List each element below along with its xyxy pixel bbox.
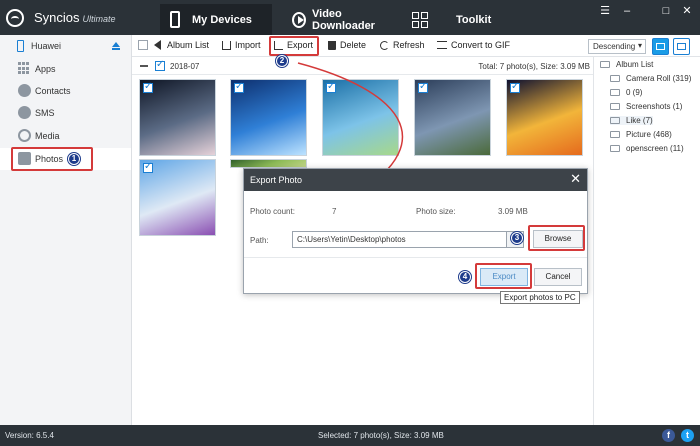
version-text: Version: 6.5.4 <box>5 431 54 440</box>
step-badge-2: 2 <box>276 55 288 67</box>
dialog-separator <box>244 257 587 258</box>
twitter-icon[interactable]: t <box>681 429 694 442</box>
highlight-browse <box>528 225 585 251</box>
export-tooltip: Export photos to PC <box>500 291 580 304</box>
facebook-icon[interactable]: f <box>662 429 675 442</box>
photo-count-value: 7 <box>332 207 337 216</box>
selection-summary: Selected: 7 photo(s), Size: 3.09 MB <box>318 431 444 440</box>
close-icon[interactable]: ✕ <box>570 172 581 186</box>
dialog-title-bar: Export Photo ✕ <box>244 169 587 191</box>
photo-size-value: 3.09 MB <box>498 207 528 216</box>
export-photo-dialog: Export Photo ✕ Photo count: 7 Photo size… <box>243 168 588 294</box>
path-input[interactable] <box>292 231 514 248</box>
step-badge-3: 3 <box>511 232 523 244</box>
photo-size-label: Photo size: <box>416 207 456 216</box>
path-label: Path: <box>250 236 269 245</box>
dialog-title: Export Photo <box>250 175 303 185</box>
highlight-export-confirm <box>475 263 532 289</box>
step-badge-4: 4 <box>459 271 471 283</box>
cancel-button[interactable]: Cancel <box>534 268 582 286</box>
status-bar: Version: 6.5.4 Selected: 7 photo(s), Siz… <box>0 425 700 446</box>
photo-count-label: Photo count: <box>250 207 295 216</box>
